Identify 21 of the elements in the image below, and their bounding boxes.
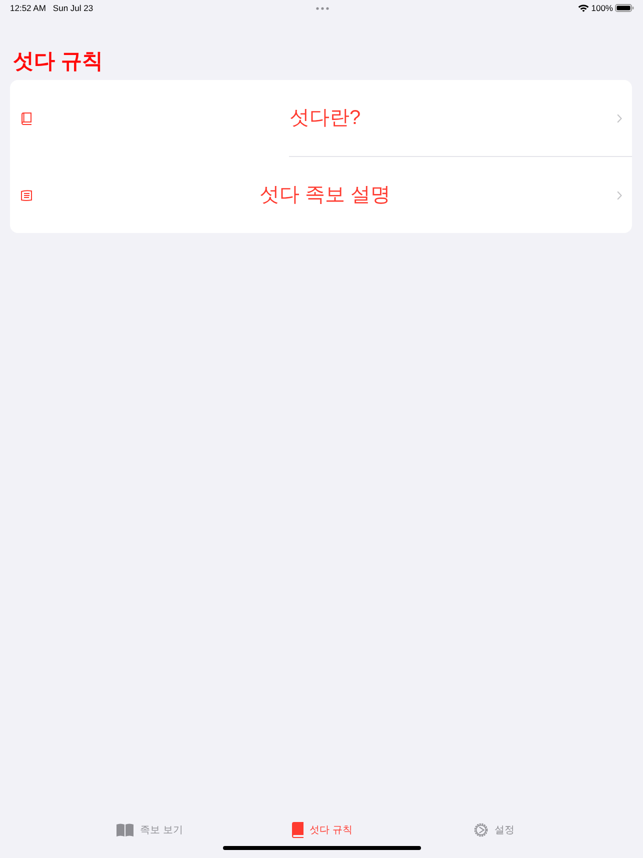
battery-percent: 100% [591, 3, 613, 13]
book-icon [290, 822, 304, 838]
battery-icon [615, 4, 634, 12]
status-time: 12:52 AM [10, 3, 46, 13]
book-icon [20, 112, 33, 124]
menu-row[interactable]: 섯다 족보 설명 [10, 157, 632, 233]
chevron-icon [617, 114, 622, 122]
row-label: 섯다란? [289, 106, 361, 131]
more-dots-icon[interactable] [316, 6, 328, 10]
page-title: 섯다 규칙 [13, 49, 103, 75]
settings-icon [472, 822, 488, 838]
wifi-icon [578, 4, 590, 12]
tab[interactable]: 설정 [408, 820, 580, 840]
open-book-icon [116, 823, 134, 837]
tab[interactable]: 족보 보기 [64, 821, 236, 839]
row-label: 섯다 족보 설명 [259, 183, 391, 208]
notebook-icon [20, 188, 33, 202]
status-date: Sun Jul 23 [52, 3, 94, 13]
menu-row[interactable]: 섯다란? [10, 80, 632, 156]
chevron-icon [617, 190, 622, 200]
tab[interactable]: 섯다 규칙 [236, 820, 408, 840]
